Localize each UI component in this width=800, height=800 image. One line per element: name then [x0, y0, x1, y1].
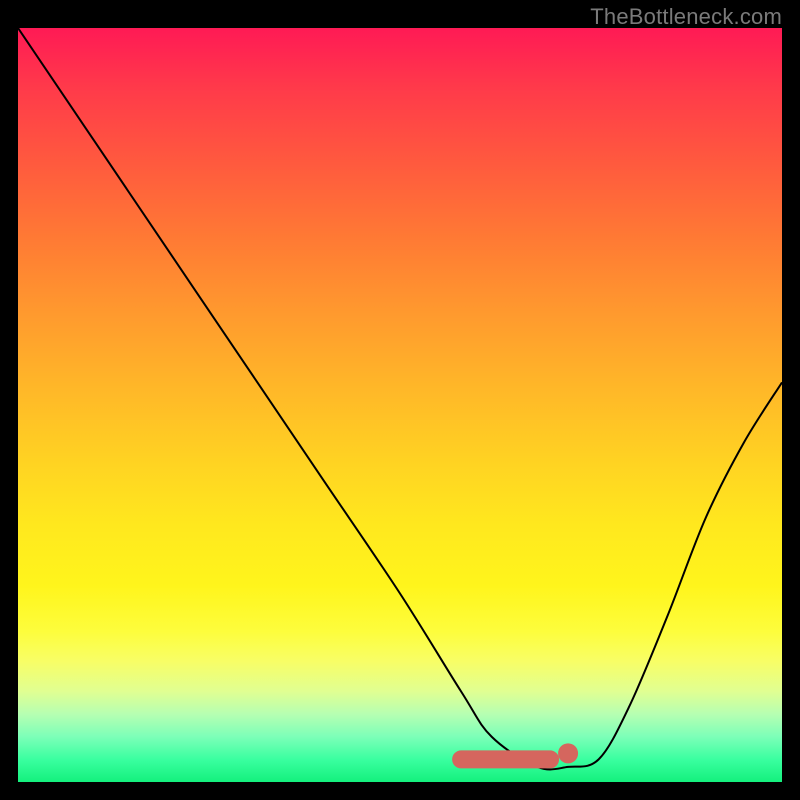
chart-canvas: [18, 28, 782, 782]
optimal-range-end-dot: [558, 743, 578, 763]
curve-svg: [18, 28, 782, 782]
bottleneck-curve: [18, 28, 782, 769]
watermark-text: TheBottleneck.com: [590, 4, 782, 30]
